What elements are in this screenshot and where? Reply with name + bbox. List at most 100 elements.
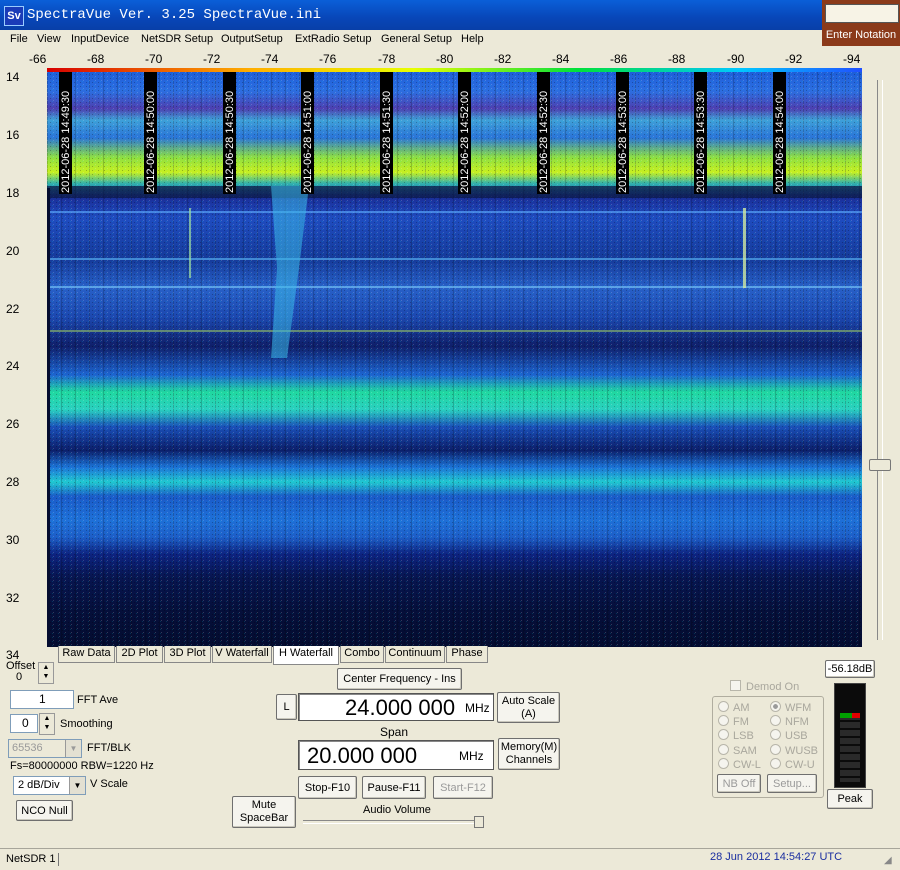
signal-level-readout: -56.18dB — [825, 660, 875, 678]
radio-wusb[interactable]: WUSB — [770, 744, 818, 757]
resize-grip-icon[interactable]: ◢ — [884, 855, 892, 866]
radio-fm[interactable]: FM — [718, 715, 749, 728]
offset-spinner[interactable]: ▲ ▼ — [38, 662, 54, 684]
fft-ave-value: 1 — [39, 692, 46, 706]
enter-notation-button[interactable]: Enter Notation — [822, 29, 900, 41]
menu-netsdr-setup[interactable]: NetSDR Setup — [141, 33, 213, 45]
radio-sam[interactable]: SAM — [718, 744, 757, 757]
x-tick: -70 — [145, 52, 163, 66]
menu-general-setup[interactable]: General Setup — [381, 33, 452, 45]
audio-volume-slider[interactable] — [303, 820, 483, 824]
tab-v-waterfall[interactable]: V Waterfall — [212, 646, 272, 663]
radio-icon — [770, 729, 781, 740]
waterfall-display[interactable]: 2012-06-28 14:49:30 2012-06-28 14:50:00 … — [47, 68, 862, 647]
x-tick: -82 — [494, 52, 512, 66]
y-tick: 32 — [6, 591, 20, 605]
audio-volume-label: Audio Volume — [363, 804, 431, 816]
radio-label: AM — [733, 702, 750, 714]
reference-level-slider-thumb[interactable] — [869, 459, 891, 471]
radio-wfm[interactable]: WFM — [770, 701, 811, 714]
status-device: NetSDR 1 — [6, 853, 56, 865]
timestamp-label: 2012-06-28 14:53:00 — [617, 91, 629, 193]
setup-button[interactable]: Setup... — [767, 774, 817, 793]
tab-raw-data[interactable]: Raw Data — [58, 646, 115, 663]
fft-blk-label: FFT/BLK — [87, 742, 132, 754]
fft-blk-value: 65536 — [12, 742, 43, 754]
menu-help[interactable]: Help — [461, 33, 484, 45]
fs-rbw-info: Fs=80000000 RBW=1220 Hz — [10, 760, 154, 772]
menu-bar: File View InputDevice NetSDR Setup Outpu… — [0, 30, 822, 48]
radio-lsb[interactable]: LSB — [718, 729, 754, 742]
status-datetime: 28 Jun 2012 14:54:27 UTC — [710, 851, 843, 863]
pause-button[interactable]: Pause-F11 — [362, 776, 426, 799]
status-divider — [58, 853, 59, 866]
radio-icon — [770, 701, 781, 712]
tab-combo[interactable]: Combo — [340, 646, 384, 663]
radio-label: CW-U — [785, 759, 815, 771]
reference-level-slider[interactable] — [877, 80, 883, 640]
vscale-select[interactable]: 2 dB/Div ▼ — [13, 776, 86, 795]
radio-am[interactable]: AM — [718, 701, 750, 714]
radio-label: USB — [785, 730, 808, 742]
tab-h-waterfall[interactable]: H Waterfall — [273, 646, 339, 665]
stop-button[interactable]: Stop-F10 — [298, 776, 357, 799]
menu-outputsetup[interactable]: OutputSetup — [221, 33, 283, 45]
tab-continuum[interactable]: Continuum — [385, 646, 445, 663]
timestamp-label: 2012-06-28 14:54:00 — [774, 91, 786, 193]
mute-shortcut-label: SpaceBar — [239, 812, 289, 824]
memory-label: Memory(M) — [500, 741, 558, 753]
auto-scale-shortcut: (A) — [521, 707, 536, 720]
x-tick: -86 — [610, 52, 628, 66]
radio-icon — [718, 744, 729, 755]
demod-on-checkbox[interactable]: Demod On — [730, 680, 799, 693]
timestamp-label: 2012-06-28 14:52:30 — [538, 91, 550, 193]
menu-extradio-setup[interactable]: ExtRadio Setup — [295, 33, 371, 45]
radio-usb[interactable]: USB — [770, 729, 808, 742]
smoothing-input[interactable]: 0 — [10, 714, 38, 733]
span-display[interactable]: 20.000 000 MHz — [298, 740, 494, 770]
nco-null-button[interactable]: NCO Null — [16, 800, 73, 821]
center-frequency-button[interactable]: Center Frequency - Ins — [337, 668, 462, 690]
l-button[interactable]: L — [276, 694, 297, 720]
meter-scale — [840, 712, 860, 782]
tab-phase[interactable]: Phase — [446, 646, 488, 663]
tab-3d-plot[interactable]: 3D Plot — [164, 646, 211, 663]
x-tick: -94 — [843, 52, 861, 66]
notation-input[interactable] — [825, 4, 899, 23]
menu-file[interactable]: File — [10, 33, 28, 45]
mute-button[interactable]: Mute SpaceBar — [232, 796, 296, 828]
radio-cw-u[interactable]: CW-U — [770, 758, 815, 771]
meter-peak-marker — [852, 713, 860, 718]
memory-channels-button[interactable]: Memory(M) Channels — [498, 738, 560, 770]
nb-off-button[interactable]: NB Off — [717, 774, 761, 793]
radio-label: WFM — [785, 702, 812, 714]
timestamp-label: 2012-06-28 14:52:00 — [459, 91, 471, 193]
radio-icon — [718, 715, 729, 726]
checkbox-icon — [730, 680, 741, 691]
y-tick: 14 — [6, 70, 20, 84]
audio-volume-slider-thumb[interactable] — [474, 816, 484, 828]
radio-nfm[interactable]: NFM — [770, 715, 809, 728]
fft-blk-select[interactable]: 65536 ▼ — [8, 739, 82, 758]
fft-ave-label: FFT Ave — [77, 694, 119, 706]
title-bar: Sv SpectraVue Ver. 3.25 SpectraVue.ini — [0, 0, 822, 30]
tab-2d-plot[interactable]: 2D Plot — [116, 646, 163, 663]
radio-label: NFM — [785, 716, 809, 728]
auto-scale-button[interactable]: Auto Scale (A) — [497, 692, 560, 723]
demod-on-label: Demod On — [746, 681, 800, 693]
smoothing-spinner[interactable]: ▲ ▼ — [39, 713, 55, 735]
status-bar: NetSDR 1 28 Jun 2012 14:54:27 UTC ◢ — [0, 848, 900, 870]
radio-cw-l[interactable]: CW-L — [718, 758, 761, 771]
peak-button[interactable]: Peak — [827, 789, 873, 809]
mute-label: Mute — [251, 799, 277, 811]
menu-view[interactable]: View — [37, 33, 61, 45]
x-tick: -66 — [29, 52, 47, 66]
fft-ave-input[interactable]: 1 — [10, 690, 74, 709]
radio-label: WUSB — [785, 745, 818, 757]
x-tick: -84 — [552, 52, 570, 66]
radio-icon — [770, 715, 781, 726]
start-button[interactable]: Start-F12 — [433, 776, 493, 799]
auto-scale-label: Auto Scale — [501, 694, 556, 707]
center-frequency-display[interactable]: 24.000 000 MHz — [298, 693, 494, 721]
menu-inputdevice[interactable]: InputDevice — [71, 33, 129, 45]
